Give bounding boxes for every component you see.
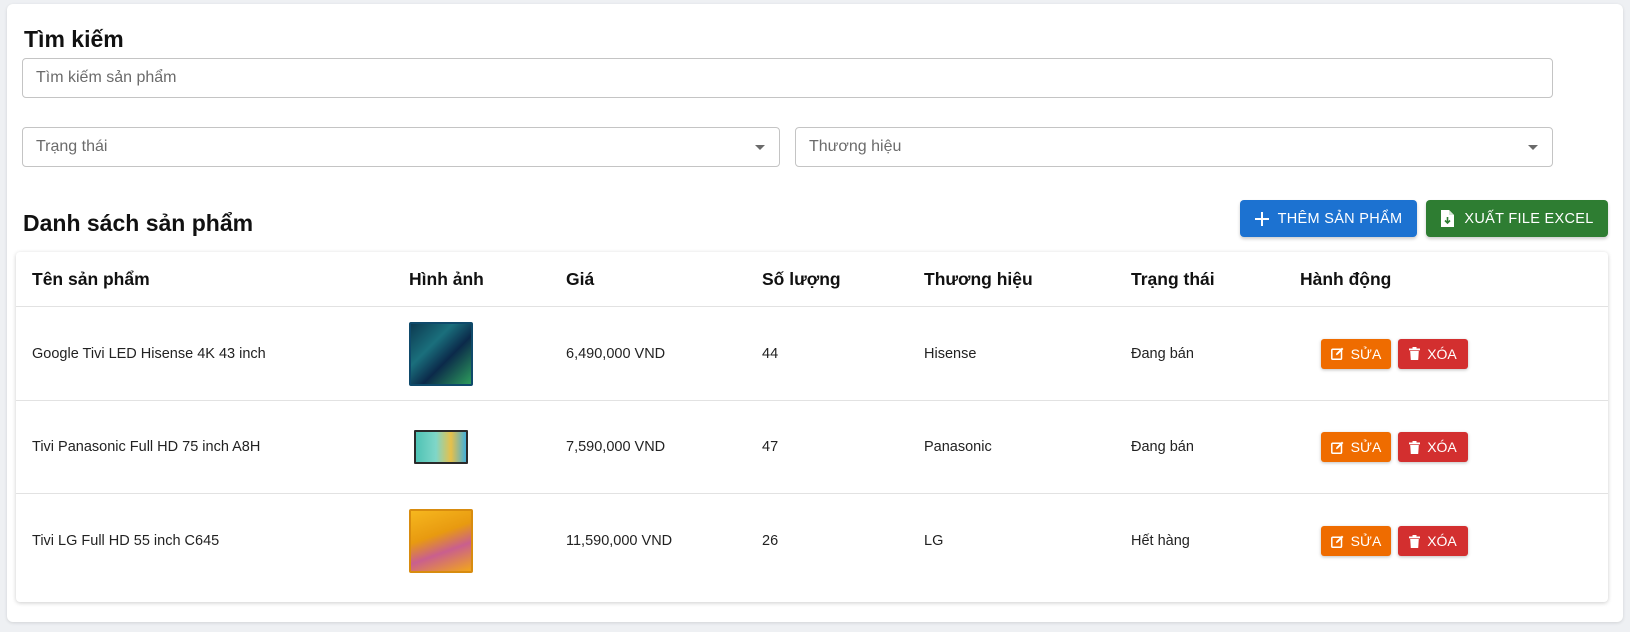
edit-icon [1330, 347, 1344, 360]
status-filter-placeholder: Trạng thái [36, 138, 108, 155]
add-product-label: THÊM SẢN PHẨM [1277, 210, 1403, 227]
product-quantity: 26 [762, 533, 779, 549]
trash-icon [1409, 347, 1421, 360]
product-image-cell [409, 494, 473, 588]
delete-label: XÓA [1427, 439, 1457, 455]
file-download-icon [1441, 210, 1455, 227]
brand-filter-placeholder: Thương hiệu [809, 138, 902, 155]
delete-label: XÓA [1427, 345, 1457, 362]
trash-icon [1409, 440, 1421, 454]
edit-button[interactable]: SỬA [1321, 526, 1391, 556]
table-row: Tivi Panasonic Full HD 75 inch A8H 7,590… [16, 401, 1608, 494]
product-name: Tivi LG Full HD 55 inch C645 [32, 533, 220, 549]
product-image [409, 415, 473, 479]
product-image [409, 509, 473, 573]
export-excel-button[interactable]: XUẤT FILE EXCEL [1426, 200, 1608, 237]
table-header-row: Tên sản phẩm Hình ảnh Giá Số lượng Thươn… [16, 252, 1608, 307]
header-status: Trạng thái [1131, 268, 1215, 289]
product-price: 7,590,000 VND [566, 439, 666, 455]
search-section-title: Tìm kiếm [24, 26, 124, 52]
product-image [409, 321, 473, 386]
header-name: Tên sản phẩm [32, 268, 150, 289]
header-actions: Hành động [1300, 268, 1392, 289]
product-image-cell [409, 401, 473, 493]
header-price: Giá [566, 268, 595, 289]
search-input-placeholder: Tìm kiếm sản phẩm [36, 69, 177, 86]
add-product-button[interactable]: THÊM SẢN PHẨM [1240, 200, 1417, 237]
edit-button[interactable]: SỬA [1321, 432, 1391, 462]
product-brand: LG [924, 533, 944, 549]
edit-icon [1330, 535, 1344, 548]
tv-screen-graphic [414, 430, 468, 464]
header-brand: Thương hiệu [924, 268, 1033, 289]
product-image-cell [409, 307, 473, 400]
search-input[interactable]: Tìm kiếm sản phẩm [22, 58, 1553, 98]
export-excel-label: XUẤT FILE EXCEL [1464, 210, 1594, 227]
product-list-title: Danh sách sản phẩm [23, 210, 254, 236]
product-status: Đang bán [1131, 439, 1194, 455]
edit-button[interactable]: SỬA [1321, 338, 1391, 369]
delete-label: XÓA [1427, 533, 1457, 549]
product-brand: Panasonic [924, 439, 992, 455]
product-name: Google Tivi LED Hisense 4K 43 inch [32, 345, 266, 362]
header-quantity: Số lượng [762, 268, 841, 289]
delete-button[interactable]: XÓA [1398, 432, 1468, 462]
product-table: Tên sản phẩm Hình ảnh Giá Số lượng Thươn… [16, 252, 1608, 602]
product-quantity: 47 [762, 439, 779, 455]
status-filter-select[interactable]: Trạng thái [22, 127, 780, 167]
product-price: 6,490,000 VND [566, 345, 666, 362]
product-price: 11,590,000 VND [566, 533, 673, 549]
table-row: Google Tivi LED Hisense 4K 43 inch 6,490… [16, 307, 1608, 401]
edit-icon [1330, 441, 1344, 454]
trash-icon [1409, 534, 1421, 548]
caret-down-icon [1528, 144, 1538, 150]
plus-icon [1254, 211, 1269, 226]
product-name: Tivi Panasonic Full HD 75 inch A8H [32, 439, 261, 455]
delete-button[interactable]: XÓA [1398, 526, 1468, 556]
product-status: Hết hàng [1131, 533, 1190, 549]
product-quantity: 44 [762, 345, 779, 362]
product-status: Đang bán [1131, 345, 1194, 362]
edit-label: SỬA [1350, 533, 1382, 549]
caret-down-icon [755, 144, 765, 150]
edit-label: SỬA [1350, 439, 1382, 455]
table-row: Tivi LG Full HD 55 inch C645 11,590,000 … [16, 494, 1608, 588]
brand-filter-select[interactable]: Thương hiệu [795, 127, 1553, 167]
edit-label: SỬA [1350, 345, 1382, 362]
product-brand: Hisense [924, 345, 977, 362]
delete-button[interactable]: XÓA [1398, 338, 1468, 369]
header-image: Hình ảnh [409, 268, 484, 289]
